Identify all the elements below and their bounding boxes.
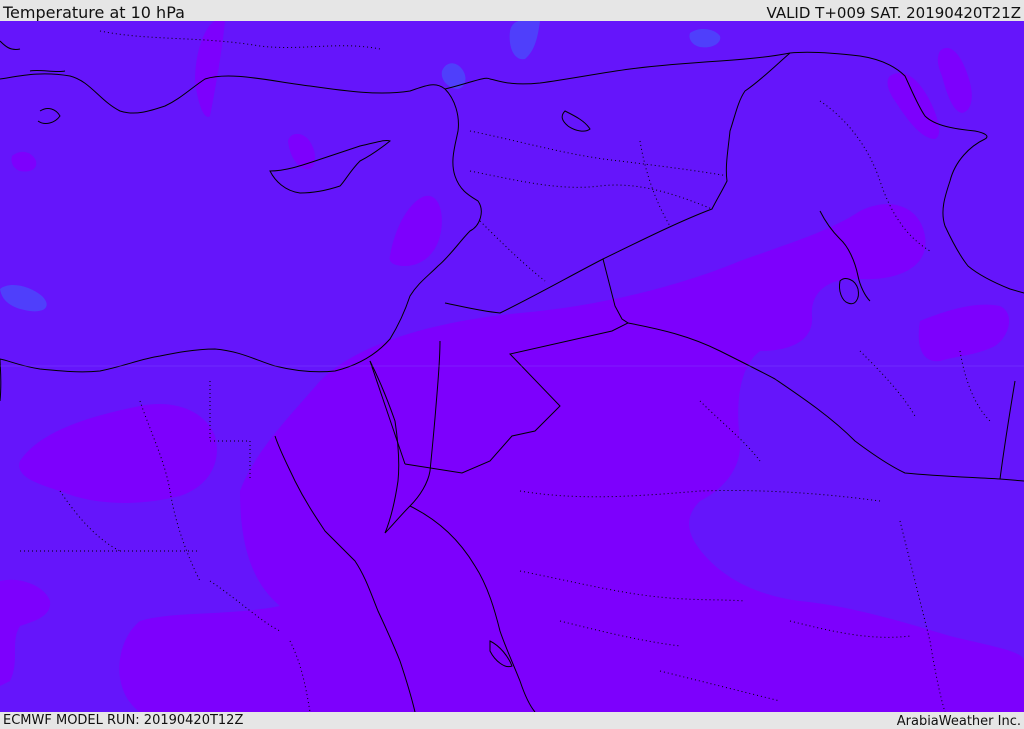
map-canvas <box>0 21 1024 712</box>
footer-bar: ECMWF MODEL RUN: 20190420T12Z ArabiaWeat… <box>0 712 1024 729</box>
map-title: Temperature at 10 hPa <box>3 3 185 22</box>
model-run-label: ECMWF MODEL RUN: 20190420T12Z <box>3 713 244 728</box>
credit-label: ArabiaWeather Inc. <box>896 714 1021 729</box>
valid-time: VALID T+009 SAT. 20190420T21Z <box>766 4 1021 22</box>
weather-map[interactable] <box>0 21 1024 712</box>
header-bar: Temperature at 10 hPa VALID T+009 SAT. 2… <box>0 0 1024 22</box>
